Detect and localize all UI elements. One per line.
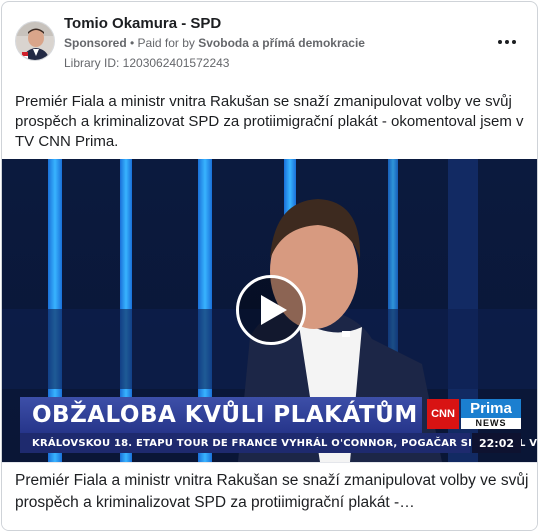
news-logo-text: NEWS [461, 418, 521, 429]
page-name[interactable]: Tomio Okamura - SPD [64, 15, 221, 32]
more-options-button[interactable] [495, 34, 519, 50]
ad-header: Tomio Okamura - SPD Sponsored • Paid for… [2, 2, 537, 84]
ad-card: Tomio Okamura - SPD Sponsored • Paid for… [1, 1, 538, 531]
prima-news-logo: Prima NEWS [461, 399, 521, 429]
avatar-image [16, 22, 54, 60]
news-headline: OBŽALOBA KVŮLI PLAKÁTŮM [32, 402, 418, 428]
footer-description: Premiér Fiala a ministr vnitra Rakušan s… [15, 472, 529, 511]
ad-body-text: Premiér Fiala a ministr vnitra Rakušan s… [15, 93, 524, 150]
page-avatar[interactable] [15, 21, 55, 61]
news-headline-bar: OBŽALOBA KVŮLI PLAKÁTŮM [20, 397, 422, 433]
paid-for-label: • Paid for by [126, 36, 199, 50]
news-ticker: KRÁLOVSKOU 18. ETAPU TOUR DE FRANCE VYHR… [20, 433, 537, 453]
ticker-text: KRÁLOVSKOU 18. ETAPU TOUR DE FRANCE VYHR… [32, 437, 538, 449]
cnn-logo: CNN [427, 399, 459, 429]
more-horizontal-icon [498, 40, 502, 44]
prima-logo-text: Prima [461, 399, 521, 418]
library-id: Library ID: 1203062401572243 [64, 56, 230, 70]
funder-link[interactable]: Svoboda a přímá demokracie [198, 36, 365, 50]
sponsor-line: Sponsored • Paid for by Svoboda a přímá … [64, 36, 365, 50]
ad-footer[interactable]: Premiér Fiala a ministr vnitra Rakušan s… [2, 462, 537, 530]
video-player[interactable]: OBŽALOBA KVŮLI PLAKÁTŮM CNN Prima NEWS K… [2, 159, 537, 462]
broadcast-clock: 22:02 [472, 433, 521, 453]
sponsored-label: Sponsored [64, 36, 127, 50]
play-button[interactable] [236, 275, 306, 345]
play-icon [261, 295, 287, 325]
